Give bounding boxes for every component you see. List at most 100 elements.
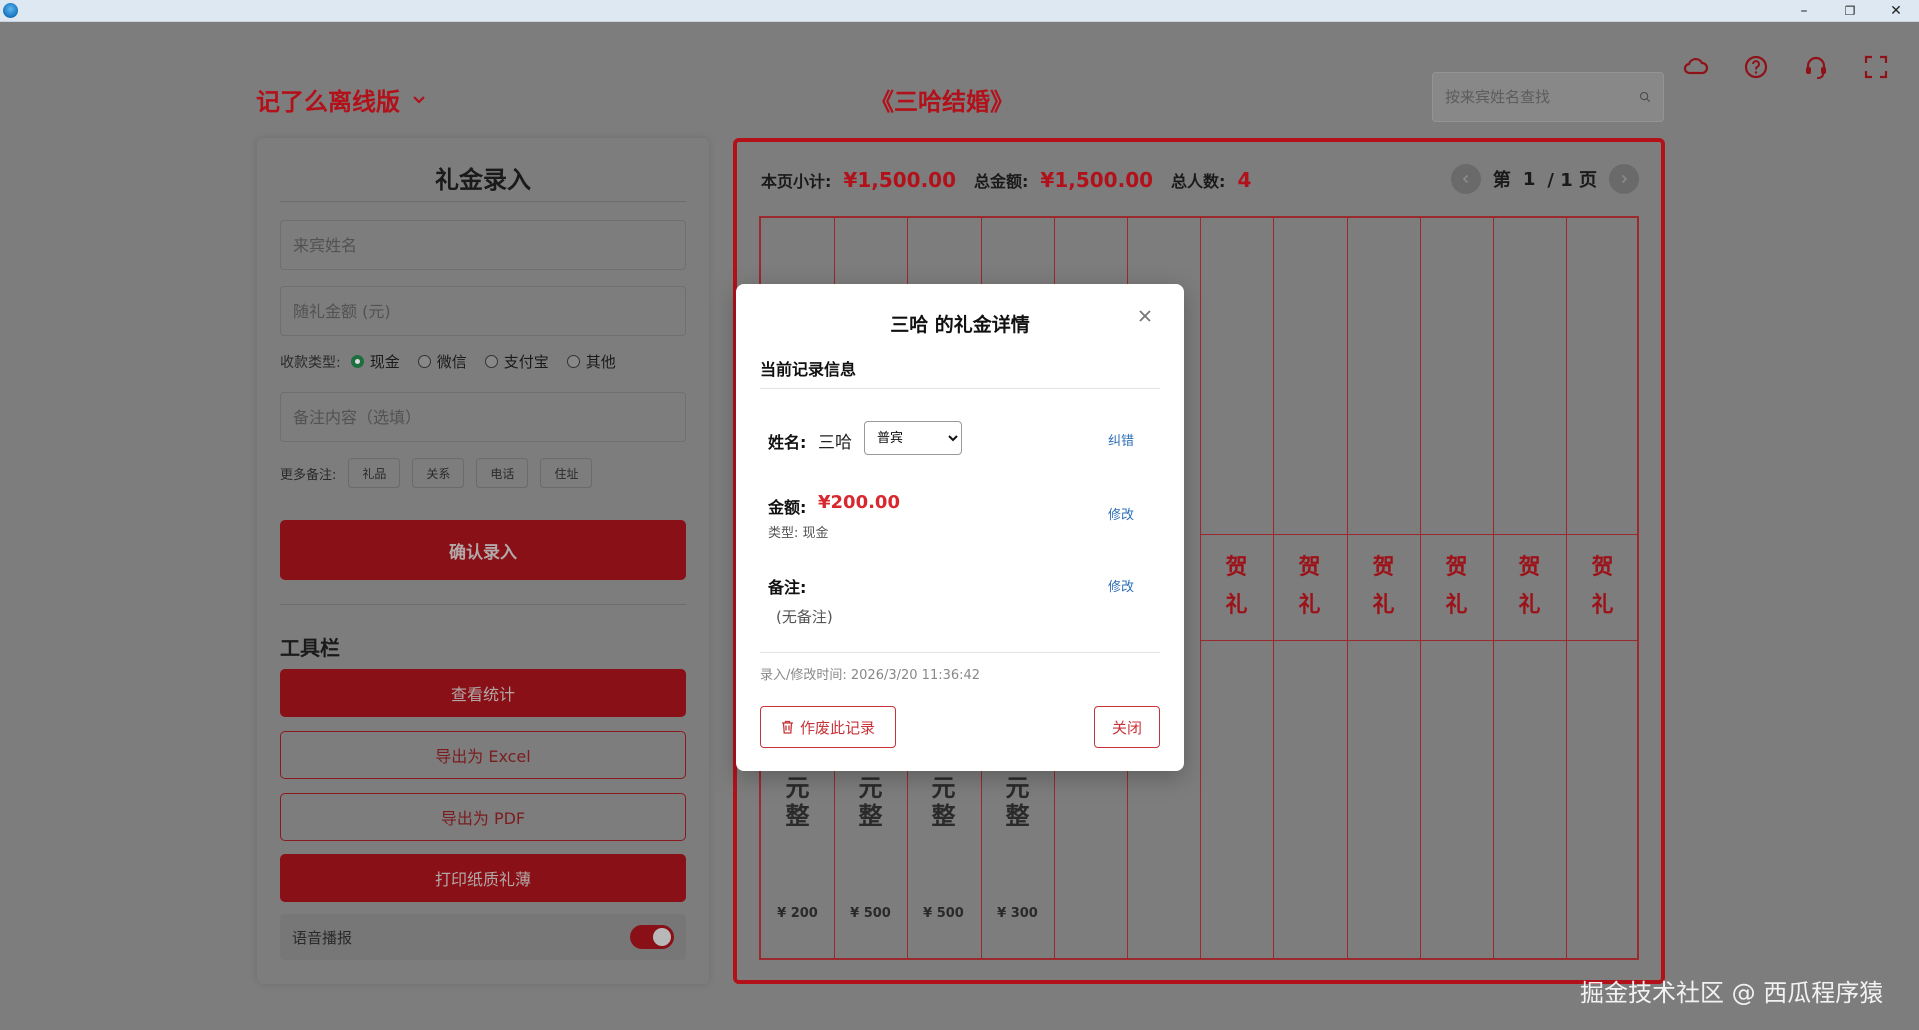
- radio-dot[interactable]: [417, 355, 431, 368]
- chip-phone[interactable]: 电话: [476, 458, 529, 488]
- amount-word-char: 整: [858, 801, 883, 830]
- li-char: 礼: [1518, 592, 1541, 618]
- close-icon[interactable]: [1138, 304, 1152, 329]
- count-label: 总人数:: [1171, 172, 1226, 191]
- amount-cell: ¥ 200: [777, 906, 818, 921]
- guest-type-select[interactable]: 普宾: [864, 421, 962, 455]
- amount-words-cell: 元整: [834, 774, 907, 830]
- trash-icon: [781, 720, 793, 734]
- more-notes-row: 更多备注: 礼品 关系 电话 住址: [280, 458, 593, 488]
- view-stats-button[interactable]: 查看统计: [280, 669, 686, 717]
- radio-label: 现金: [369, 353, 400, 371]
- payment-type-text: 类型: 现金: [768, 526, 829, 541]
- print-book-button[interactable]: 打印纸质礼薄: [280, 854, 686, 902]
- headset-icon[interactable]: [1801, 52, 1831, 82]
- chip-relation[interactable]: 关系: [412, 458, 465, 488]
- dialog-section-title: 当前记录信息: [760, 360, 857, 379]
- radio-other[interactable]: 其他: [566, 351, 616, 372]
- guest-search[interactable]: [1432, 72, 1664, 122]
- search-input[interactable]: [1445, 88, 1639, 106]
- he-li-cell: 贺礼: [1200, 548, 1273, 624]
- divider: [280, 604, 686, 605]
- export-excel-button[interactable]: 导出为 Excel: [280, 731, 686, 779]
- voice-toggle[interactable]: [630, 925, 674, 949]
- he-char: 贺: [1591, 554, 1614, 580]
- radio-dot[interactable]: [350, 355, 364, 368]
- name-label: 姓名:: [768, 433, 807, 452]
- next-page-button[interactable]: [1609, 164, 1639, 194]
- li-char: 礼: [1445, 592, 1468, 618]
- amount-cell: ¥ 500: [923, 906, 964, 921]
- amount-label: 金额:: [768, 498, 807, 517]
- he-char: 贺: [1445, 554, 1468, 580]
- chevron-down-icon: [413, 95, 425, 104]
- edit-amount-link[interactable]: 修改: [1108, 504, 1134, 523]
- correct-link[interactable]: 纠错: [1108, 430, 1134, 449]
- chevron-left-icon: [1462, 174, 1468, 184]
- minimize-button[interactable]: –: [1781, 0, 1827, 22]
- gift-amount-input[interactable]: [280, 286, 686, 336]
- radio-label: 微信: [436, 353, 467, 371]
- prev-page-button[interactable]: [1450, 164, 1481, 194]
- gift-entry-panel: 礼金录入 收款类型: 现金 微信 支付宝 其他 更多备注: 礼品 关系 电话 住…: [257, 138, 709, 984]
- amount-word-char: 元: [785, 773, 810, 802]
- watermark: 掘金技术社区 @ 西瓜程序猿: [1580, 979, 1884, 1007]
- edit-note-link[interactable]: 修改: [1108, 576, 1134, 595]
- amount-word-char: 元: [931, 773, 956, 802]
- he-li-cell: 贺礼: [1273, 548, 1346, 624]
- gift-detail-dialog: 三哈 的礼金详情 当前记录信息 姓名: 三哈 普宾 纠错 金额: ¥200.00…: [736, 284, 1184, 771]
- radio-cash[interactable]: 现金: [350, 351, 400, 372]
- cloud-icon[interactable]: [1681, 52, 1711, 82]
- note-input[interactable]: [280, 392, 686, 442]
- divider: [760, 652, 1160, 653]
- total-label: 总金额:: [974, 172, 1029, 191]
- app-icon: [3, 3, 18, 18]
- voice-label: 语音播报: [292, 928, 353, 947]
- record-time: 录入/修改时间: 2026/3/20 11:36:42: [760, 668, 981, 683]
- page-suffix: / 1 页: [1547, 170, 1597, 191]
- he-char: 贺: [1518, 554, 1541, 580]
- entry-title: 礼金录入: [435, 166, 531, 194]
- chevron-right-icon: [1621, 174, 1628, 184]
- he-char: 贺: [1372, 554, 1395, 580]
- search-icon[interactable]: [1639, 88, 1651, 106]
- ledger-summary: 本页小计: ¥1,500.00 总金额: ¥1,500.00 总人数: 4: [761, 168, 1269, 192]
- radio-dot[interactable]: [484, 355, 498, 368]
- radio-dot[interactable]: [566, 355, 580, 368]
- radio-label: 其他: [585, 353, 616, 371]
- page-prefix: 第: [1492, 170, 1511, 191]
- radio-wechat[interactable]: 微信: [417, 351, 467, 372]
- radio-alipay[interactable]: 支付宝: [484, 351, 549, 372]
- he-li-cell: 贺礼: [1566, 548, 1639, 624]
- total-value: ¥1,500.00: [1040, 168, 1154, 192]
- close-window-button[interactable]: ✕: [1873, 0, 1919, 22]
- export-pdf-button[interactable]: 导出为 PDF: [280, 793, 686, 841]
- subtotal-label: 本页小计:: [761, 172, 832, 191]
- close-dialog-button[interactable]: 关闭: [1094, 706, 1160, 748]
- amount-word-char: 元: [1005, 773, 1030, 802]
- brand-menu[interactable]: 记了么离线版: [256, 82, 426, 117]
- payment-type-label: 收款类型:: [280, 354, 341, 371]
- he-li-cell: 贺礼: [1347, 548, 1420, 624]
- he-char: 贺: [1225, 554, 1248, 580]
- fullscreen-icon[interactable]: [1861, 52, 1891, 82]
- page-current: 1: [1522, 168, 1536, 190]
- he-li-cell: 贺礼: [1493, 548, 1566, 624]
- note-label: 备注:: [768, 578, 807, 597]
- help-icon[interactable]: [1741, 52, 1771, 82]
- guest-name-input[interactable]: [280, 220, 686, 270]
- he-char: 贺: [1298, 554, 1321, 580]
- confirm-entry-button[interactable]: 确认录入: [280, 520, 686, 580]
- amount-words-cell: 元整: [981, 774, 1054, 830]
- amount-cell: ¥ 500: [850, 906, 891, 921]
- amount-word-char: 整: [1005, 801, 1030, 830]
- void-record-button[interactable]: 作废此记录: [760, 706, 896, 748]
- radio-label: 支付宝: [503, 353, 549, 371]
- restore-button[interactable]: ❐: [1827, 0, 1873, 22]
- voice-broadcast-row: 语音播报: [280, 914, 686, 960]
- more-notes-label: 更多备注:: [280, 467, 337, 483]
- chip-gift[interactable]: 礼品: [348, 458, 401, 488]
- li-char: 礼: [1591, 592, 1614, 618]
- chip-address[interactable]: 住址: [540, 458, 593, 488]
- event-title: 《三哈结婚》: [870, 88, 1014, 116]
